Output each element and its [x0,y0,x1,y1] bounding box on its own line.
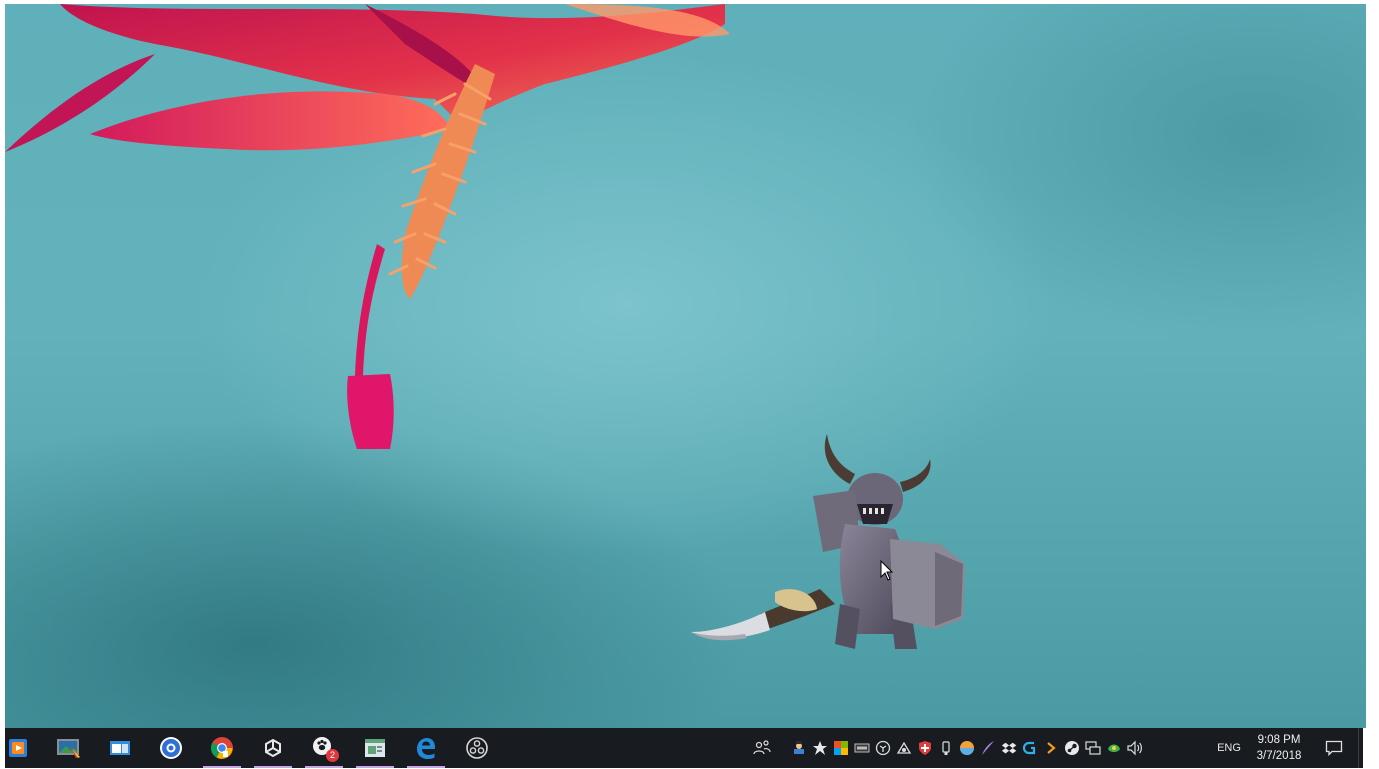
flower [5,4,730,449]
volume-icon[interactable] [1126,739,1144,757]
taskbar-app-chrome[interactable] [199,728,245,768]
tray-app-6-icon[interactable] [895,739,913,757]
notification-icon [1325,740,1343,757]
dropbox-icon[interactable] [1000,739,1018,757]
tray-arrow-icon[interactable] [1042,739,1060,757]
tray-app-5-icon[interactable] [874,739,892,757]
warrior-figure [691,434,965,649]
play-icon [9,739,27,757]
tray-app-1-icon[interactable] [790,739,808,757]
obs-icon [466,737,488,759]
taskbar: 2 ENG 9:08 PM 3/7/2018 [5,728,1363,768]
active-indicator [356,766,394,768]
taskbar-app-blue-circle[interactable] [148,728,194,768]
ssd-icon[interactable] [853,739,871,757]
active-indicator [254,766,292,768]
taskbar-app-notepad[interactable] [352,728,398,768]
network-icon[interactable] [1084,739,1102,757]
notepad-icon [365,739,385,757]
shield-icon[interactable] [916,739,934,757]
unity-icon [265,738,281,758]
active-indicator [407,766,445,768]
clock-date: 3/7/2018 [1256,750,1302,762]
photo-icon [57,739,80,758]
window-icon [110,741,130,755]
mouse-cursor-icon [880,560,894,581]
tray-app-2-icon[interactable] [811,739,829,757]
feather-icon[interactable] [979,739,997,757]
taskbar-app-media-player[interactable] [5,728,31,768]
active-indicator [305,766,343,768]
show-desktop-button[interactable] [1358,728,1363,768]
desktop[interactable] [5,4,1366,728]
taskbar-app-edge[interactable] [403,728,449,768]
clock-time: 9:08 PM [1257,734,1301,746]
chrome-icon [211,737,233,759]
clock[interactable]: 9:08 PM 3/7/2018 [1248,730,1310,766]
taskbar-app-window[interactable] [97,728,143,768]
logitech-icon[interactable] [1021,739,1039,757]
notification-badge: 2 [326,749,339,762]
tray-app-9-icon[interactable] [958,739,976,757]
steam-icon[interactable] [1063,739,1081,757]
language-indicator[interactable]: ENG [1211,728,1247,768]
screen: 2 ENG 9:08 PM 3/7/2018 [0,0,1379,769]
tray-app-16-icon[interactable] [1105,739,1123,757]
taskbar-app-paw[interactable]: 2 [301,728,347,768]
tray-app-3-icon[interactable] [832,739,850,757]
active-indicator [203,766,241,768]
action-center-button[interactable] [1317,728,1351,768]
people-icon[interactable] [753,739,771,757]
taskbar-app-obs[interactable] [454,728,500,768]
circle-app-icon [160,737,182,759]
wallpaper-image [5,4,965,649]
taskbar-app-unity[interactable] [250,728,296,768]
edge-icon [417,738,435,759]
usb-icon[interactable] [937,739,955,757]
taskbar-app-photos[interactable] [46,728,92,768]
